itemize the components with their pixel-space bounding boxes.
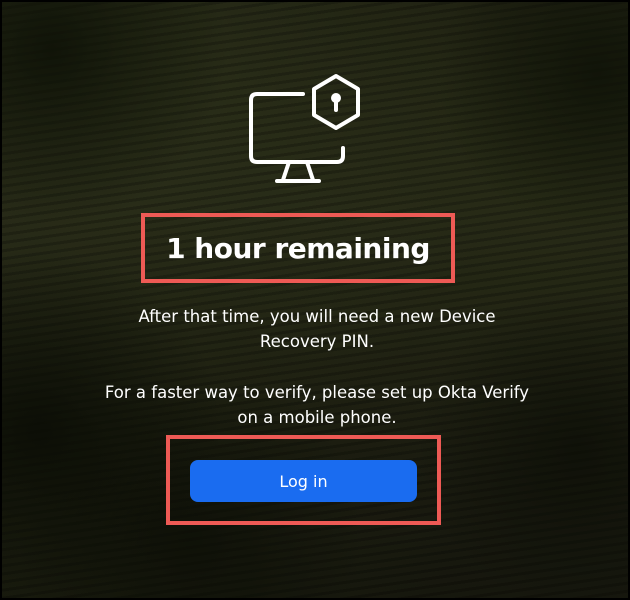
expiry-message: After that time, you will need a new Dev…	[52, 304, 582, 354]
log-in-button[interactable]: Log in	[190, 460, 417, 502]
dialog-window: 1 hour remaining After that time, you wi…	[0, 0, 630, 600]
page-title: 1 hour remaining	[166, 231, 430, 265]
okta-verify-message-line: For a faster way to verify, please set u…	[104, 383, 530, 402]
computer-lock-icon	[249, 74, 360, 183]
expiry-message-line: Recovery PIN.	[259, 332, 375, 351]
dialog-content: 1 hour remaining After that time, you wi…	[2, 2, 628, 598]
okta-verify-message-line: on a mobile phone.	[237, 408, 397, 427]
expiry-message-line: After that time, you will need a new Dev…	[138, 307, 496, 326]
okta-verify-message: For a faster way to verify, please set u…	[52, 380, 582, 430]
